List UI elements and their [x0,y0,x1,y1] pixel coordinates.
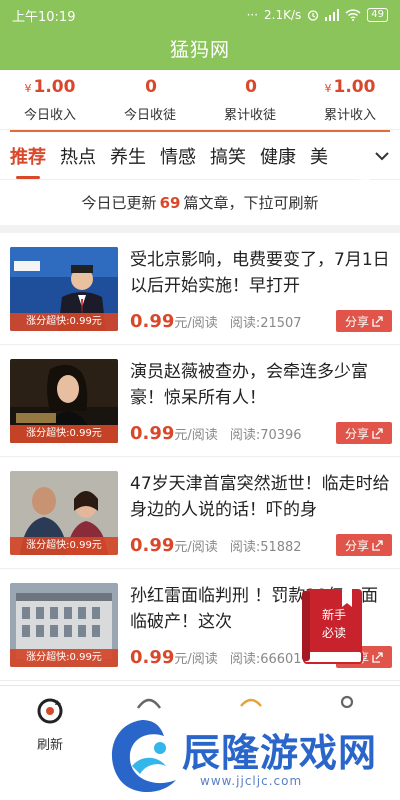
tab-recommended[interactable]: 推荐 [10,143,46,179]
share-icon [372,427,383,439]
article-thumbnail: 涨分超快:0.99元 [10,359,118,443]
article-meta: 0.99 元/阅读 阅读:70396 [130,423,302,444]
article-thumbnail: 涨分超快:0.99元 [10,471,118,555]
alarm-icon [308,10,319,21]
category-tabs: 推荐 热点 养生 情感 搞笑 健康 美 [0,132,400,180]
article-price-unit: 元/阅读 [174,428,218,443]
stat-value: ¥1.00 [324,77,376,97]
banner-count: 69 [159,193,181,212]
stat-value: 0 [145,77,157,97]
book-icon: 新手 必读 [302,589,363,664]
article-body: 受北京影响，电费要变了，7月1日以后开始实施！早打开 0.99 元/阅读 阅读:… [118,247,392,344]
tab-health[interactable]: 健康 [260,143,296,169]
earnings-stats: ¥1.00 今日收入 0 今日收徒 0 累计收徒 ¥1.00 累计收入 [0,70,400,130]
article-meta: 0.99 元/阅读 阅读:66601 [130,647,302,668]
reward-tag: 涨分超快:0.99元 [10,649,118,667]
share-label: 分享 [344,426,369,441]
chevron-down-icon [375,152,389,161]
stat-total-income[interactable]: ¥1.00 累计收入 [300,70,400,129]
tab-beauty[interactable]: 美 [310,143,328,169]
status-dots: ··· [246,8,259,22]
article-price-unit: 元/阅读 [174,652,218,667]
article-title[interactable]: 演员赵薇被查办，会牵连多少富豪！惊呆所有人！ [130,359,392,411]
app-title: 猛犸网 [169,39,230,61]
app-header: 上午10:19 ··· 2.1K/s 49 猛犸网 [0,0,400,70]
article-price-unit: 元/阅读 [174,316,218,331]
status-time: 上午10:19 [12,9,76,25]
nav-icon-partial [240,698,262,707]
refresh-icon [37,698,63,724]
status-icons: ··· 2.1K/s 49 [247,8,388,22]
stat-value: ¥1.00 [24,77,76,97]
share-icon [372,651,383,663]
stat-today-income[interactable]: ¥1.00 今日收入 [0,70,100,129]
tabs-more-button[interactable] [372,146,392,166]
share-icon [372,539,383,551]
share-button[interactable]: 分享 [336,310,392,332]
reward-tag: 涨分超快:0.99元 [10,425,118,443]
guide-line2: 必读 [322,626,346,640]
nav-icon-partial [340,695,354,708]
share-label: 分享 [344,314,369,329]
nav-icon-partial [137,698,161,709]
nav-refresh[interactable]: 刷新 [20,696,80,753]
article-item[interactable]: 涨分超快:0.99元 演员赵薇被查办，会牵连多少富豪！惊呆所有人！ 0.99 元… [0,345,400,457]
beginner-guide-badge[interactable]: 新手 必读 [298,585,366,667]
article-meta: 0.99 元/阅读 阅读:51882 [130,535,302,556]
wifi-icon [345,9,361,21]
banner-suffix: 篇文章，下拉可刷新 [183,194,319,212]
article-title[interactable]: 受北京影响，电费要变了，7月1日以后开始实施！早打开 [130,247,392,299]
stat-label: 累计收徒 [223,108,276,123]
stat-today-apprentices[interactable]: 0 今日收徒 [100,70,200,129]
nav-refresh-label: 刷新 [36,738,63,753]
stat-label: 今日收徒 [123,108,176,123]
update-banner: 今日已更新 69 篇文章，下拉可刷新 [0,180,400,233]
share-button[interactable]: 分享 [336,422,392,444]
wave-logo-icon [111,720,176,792]
article-thumbnail: 涨分超快:0.99元 [10,583,118,667]
reward-tag: 涨分超快:0.99元 [10,537,118,555]
status-bar: 上午10:19 ··· 2.1K/s 49 [0,0,400,30]
stat-label: 今日收入 [23,108,76,123]
tabs-fade [350,132,370,180]
signal-icon [325,9,340,21]
article-price: 0.99 [130,423,175,444]
battery-indicator: 49 [367,8,388,22]
watermark-url: www.jjcljc.com [200,774,303,788]
tab-funny[interactable]: 搞笑 [210,143,246,169]
article-price-unit: 元/阅读 [174,540,218,555]
site-watermark: 辰隆游戏网 www.jjcljc.com [102,714,400,800]
banner-prefix: 今日已更新 [81,194,157,212]
article-reads: 阅读:70396 [229,428,302,443]
article-meta: 0.99 元/阅读 阅读:21507 [130,311,302,332]
share-icon [372,315,383,327]
watermark-name: 辰隆游戏网 [182,731,378,775]
article-reads: 阅读:21507 [229,316,302,331]
article-thumbnail: 涨分超快:0.99元 [10,247,118,331]
article-item[interactable]: 涨分超快:0.99元 受北京影响，电费要变了，7月1日以后开始实施！早打开 0.… [0,233,400,345]
guide-line1: 新手 [322,607,346,622]
network-speed: 2.1K/s [264,8,302,22]
stat-label: 累计收入 [323,108,376,123]
article-price: 0.99 [130,647,175,668]
share-label: 分享 [344,538,369,553]
tab-health-care[interactable]: 养生 [110,143,146,169]
article-reads: 阅读:66601 [229,652,302,667]
article-title[interactable]: 47岁天津首富突然逝世！临走时给身边的人说的话！吓的身 [130,471,392,523]
article-item[interactable]: 涨分超快:0.99元 47岁天津首富突然逝世！临走时给身边的人说的话！吓的身 0… [0,457,400,569]
article-price: 0.99 [130,311,175,332]
reward-tag: 涨分超快:0.99元 [10,313,118,331]
stat-total-apprentices[interactable]: 0 累计收徒 [200,70,300,129]
tab-emotion[interactable]: 情感 [160,143,196,169]
article-body: 演员赵薇被查办，会牵连多少富豪！惊呆所有人！ 0.99 元/阅读 阅读:7039… [118,359,392,456]
article-reads: 阅读:51882 [229,540,302,555]
tab-hot[interactable]: 热点 [60,143,96,169]
share-button[interactable]: 分享 [336,534,392,556]
stat-value: 0 [245,77,257,97]
article-price: 0.99 [130,535,175,556]
article-body: 47岁天津首富突然逝世！临走时给身边的人说的话！吓的身 0.99 元/阅读 阅读… [118,471,392,568]
